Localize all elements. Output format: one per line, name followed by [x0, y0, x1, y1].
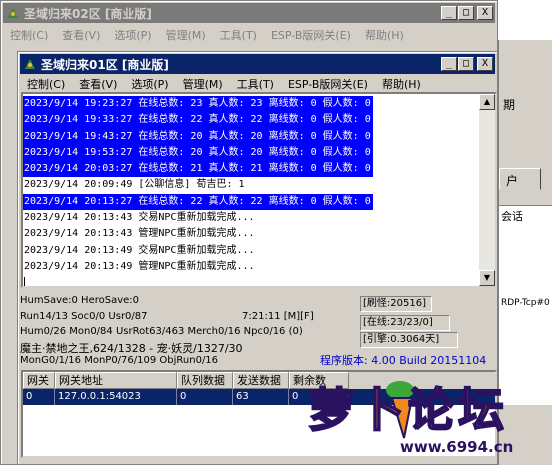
session-header: 会话 — [501, 210, 523, 223]
scroll-down-icon[interactable]: ▼ — [479, 270, 495, 286]
mon-status: MonG0/1/16 MonP0/76/109 ObjRun0/16 — [20, 355, 219, 366]
watermark-text: 萝卜论坛 — [307, 382, 508, 438]
cell-queue-data: 0 — [177, 389, 233, 405]
period-label: 期 — [503, 98, 516, 112]
hum-status: Hum0/26 Mon0/84 UsrRot63/463 Merch0/16 N… — [20, 326, 303, 337]
back-menubar: 控制(C) 查看(V) 选项(P) 管理(M) 工具(T) ESP-B版网关(E… — [3, 25, 495, 44]
cell-send-data: 63 — [233, 389, 289, 405]
log-line[interactable]: 2023/9/14 20:03:27 在线总数: 21 真人数: 21 离线数:… — [23, 161, 373, 178]
log-line[interactable]: 2023/9/14 20:13:43 管理NPC重新加载完成... — [23, 226, 257, 242]
close-button[interactable]: X — [477, 6, 493, 20]
log-line[interactable]: 2023/9/14 20:13:49 交易NPC重新加载完成... — [23, 243, 257, 259]
text-cursor — [24, 277, 25, 286]
menu-options[interactable]: 选项(P) — [107, 27, 158, 43]
front-window-titlebar[interactable]: 圣域归来01区 [商业版] _ □ X — [20, 54, 495, 74]
cell-gateway: 0 — [23, 389, 55, 405]
app-icon — [23, 57, 37, 71]
account-tab[interactable]: 户 — [499, 168, 541, 190]
log-line[interactable]: 2023/9/14 20:13:43 交易NPC重新加载完成... — [23, 210, 257, 226]
refresh-count: [刷怪:20516] — [360, 296, 432, 312]
menu-tools[interactable]: 工具(T) — [230, 76, 281, 92]
scroll-up-icon[interactable]: ▲ — [479, 94, 495, 110]
online-count: [在线:23/23/0] — [360, 315, 450, 331]
menu-help[interactable]: 帮助(H) — [375, 76, 428, 92]
forum-watermark-logo: 萝卜论坛 www.6994.cn — [300, 360, 550, 460]
run-status: Run14/13 Soc0/0 Usr0/87 — [20, 311, 148, 322]
menu-tools[interactable]: 工具(T) — [213, 27, 264, 43]
boss-status: 魔主·禁地之王,624/1328 - 宠·妖灵/1327/30 — [20, 342, 243, 355]
minimize-button[interactable]: _ — [441, 6, 457, 20]
log-line[interactable]: 2023/9/14 19:23:27 在线总数: 23 真人数: 23 离线数:… — [23, 96, 373, 113]
menu-view[interactable]: 查看(V) — [55, 27, 107, 43]
session-tcp[interactable]: RDP-Tcp#0 — [501, 298, 550, 308]
maximize-button[interactable]: □ — [458, 6, 474, 20]
menu-control[interactable]: 控制(C) — [20, 76, 72, 92]
front-menubar: 控制(C) 查看(V) 选项(P) 管理(M) 工具(T) ESP-B版网关(E… — [20, 74, 495, 93]
log-line[interactable]: 2023/9/14 20:13:49 管理NPC重新加载完成... — [23, 259, 257, 275]
menu-control[interactable]: 控制(C) — [3, 27, 55, 43]
menu-manage[interactable]: 管理(M) — [159, 27, 213, 43]
back-window-titlebar[interactable]: 圣域归来02区 [商业版] _ □ X — [3, 3, 495, 23]
log-line[interactable]: 2023/9/14 19:33:27 在线总数: 22 真人数: 22 离线数:… — [23, 112, 373, 129]
menu-options[interactable]: 选项(P) — [124, 76, 175, 92]
log-line[interactable]: 2023/9/14 19:43:27 在线总数: 20 真人数: 20 离线数:… — [23, 128, 373, 145]
menu-view[interactable]: 查看(V) — [72, 76, 124, 92]
close-button[interactable]: X — [477, 57, 493, 71]
col-gateway-address[interactable]: 网关地址 — [55, 372, 177, 389]
app-icon — [6, 6, 20, 20]
log-scrollbar[interactable]: ▲ ▼ — [479, 94, 495, 286]
cell-gateway-address: 127.0.0.1:54023 — [55, 389, 177, 405]
engine-uptime: [引擎:0.3064天] — [360, 332, 458, 348]
col-send-data[interactable]: 发送数据 — [233, 372, 289, 389]
log-panel[interactable]: 2023/9/14 19:23:27 在线总数: 23 真人数: 23 离线数:… — [21, 92, 497, 288]
server-time: 7:21:11 [M][F] — [242, 311, 314, 322]
front-window-title: 圣域归来01区 [商业版] — [41, 57, 169, 72]
log-line[interactable]: 2023/9/14 20:09:49 [公聊信息] 荀吉巴: 1 — [23, 177, 247, 193]
col-queue-data[interactable]: 队列数据 — [177, 372, 233, 389]
back-window-title: 圣域归来02区 [商业版] — [24, 6, 152, 21]
menu-esp-gateway[interactable]: ESP-B版网关(E) — [281, 76, 375, 92]
log-line[interactable]: 2023/9/14 20:13:27 在线总数: 22 真人数: 22 离线数:… — [23, 193, 373, 211]
menu-help[interactable]: 帮助(H) — [358, 27, 411, 43]
minimize-button[interactable]: _ — [441, 57, 457, 71]
watermark-url: www.6994.cn — [400, 438, 514, 456]
log-line[interactable]: 2023/9/14 19:53:27 在线总数: 20 真人数: 20 离线数:… — [23, 144, 373, 162]
log-lines: 2023/9/14 19:23:27 在线总数: 23 真人数: 23 离线数:… — [23, 96, 479, 286]
menu-esp-gateway[interactable]: ESP-B版网关(E) — [264, 27, 358, 43]
maximize-button[interactable]: □ — [458, 57, 474, 71]
col-gateway[interactable]: 网关 — [23, 372, 55, 389]
menu-manage[interactable]: 管理(M) — [176, 76, 230, 92]
save-status: HumSave:0 HeroSave:0 — [20, 295, 140, 306]
